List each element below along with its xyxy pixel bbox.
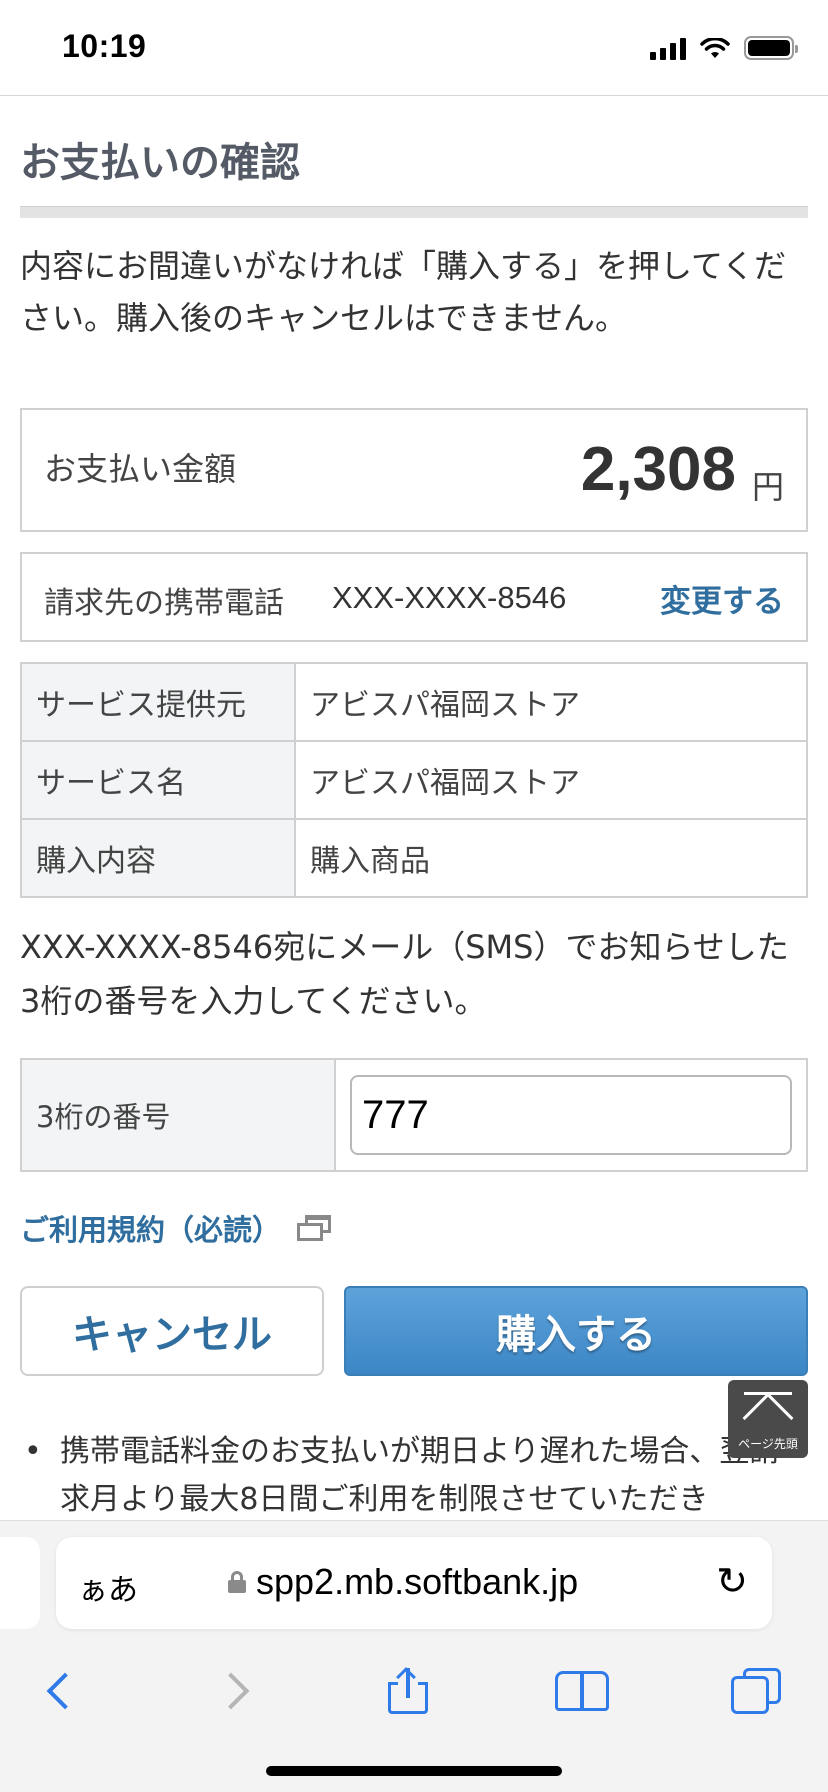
row-value: アビスパ福岡ストア	[294, 662, 808, 742]
status-icons	[650, 36, 798, 60]
status-bar: 10:19	[0, 0, 828, 96]
code-entry-table: 3桁の番号	[20, 1058, 808, 1172]
amount-value: 2,308	[580, 435, 736, 504]
amount-unit: 円	[751, 468, 784, 506]
signal-icon	[650, 38, 686, 60]
address-bar[interactable]: ぁあ spp2.mb.softbank.jp ↻	[56, 1537, 772, 1629]
home-indicator	[266, 1766, 562, 1776]
row-value: アビスパ福岡ストア	[294, 740, 808, 820]
cancel-button[interactable]: キャンセル	[20, 1286, 324, 1376]
change-phone-link[interactable]: 変更する	[660, 576, 784, 621]
table-row: サービス提供元 アビスパ福岡ストア	[20, 662, 808, 742]
tabs-button[interactable]	[716, 1651, 796, 1731]
main-content: お支払いの確認 内容にお間違いがなければ「購入する」を押してください。購入後のキ…	[20, 96, 808, 1538]
row-label: 購入内容	[20, 818, 296, 898]
page-top-button[interactable]: ページ先頭	[728, 1380, 808, 1458]
status-time: 10:19	[62, 28, 147, 64]
page-top-label: ページ先頭	[738, 1437, 798, 1451]
billing-phone-number: XXX-XXXX-8546	[332, 580, 567, 615]
bookmarks-button[interactable]	[542, 1651, 622, 1731]
action-buttons: キャンセル 購入する	[20, 1286, 808, 1376]
sms-instructions: XXX-XXXX-8546宛にメール（SMS）でお知らせした3桁の番号を入力して…	[20, 928, 789, 1020]
code-input[interactable]	[350, 1075, 792, 1155]
code-label: 3桁の番号	[20, 1058, 336, 1172]
table-row: サービス名 アビスパ福岡ストア	[20, 740, 808, 820]
share-button[interactable]	[368, 1651, 448, 1731]
intro-text: 内容にお間違いがなければ「購入する」を押してください。購入後のキャンセルはできま…	[20, 247, 787, 337]
lock-icon	[228, 1571, 246, 1593]
tabs-icon	[731, 1668, 781, 1714]
url-display: spp2.mb.softbank.jp	[228, 1561, 578, 1603]
battery-icon	[744, 36, 798, 60]
forward-button[interactable]	[196, 1651, 276, 1731]
row-label: サービス提供元	[20, 662, 296, 742]
terms-link-label: ご利用規約（必読）	[20, 1213, 282, 1247]
amount-label: お支払い金額	[44, 450, 237, 488]
previous-tab-peek[interactable]	[0, 1537, 40, 1629]
chevron-left-icon	[46, 1672, 84, 1710]
reload-icon[interactable]: ↻	[716, 1559, 748, 1603]
notice-text: 携帯電話料金のお支払いが期日より遅れた場合、翌請求月より最大8日間ご利用を制限さ…	[60, 1434, 780, 1517]
wifi-icon	[700, 38, 730, 58]
title-divider	[20, 206, 808, 218]
table-row: 3桁の番号	[20, 1058, 808, 1172]
back-button[interactable]	[20, 1651, 100, 1731]
share-icon	[388, 1667, 428, 1714]
purchase-button[interactable]: 購入する	[344, 1286, 808, 1376]
browser-toolbar: ぁあ spp2.mb.softbank.jp ↻	[0, 1520, 828, 1792]
payment-amount-box: お支払い金額 2,308 円	[20, 408, 808, 532]
chevron-right-icon	[212, 1672, 250, 1710]
service-details-table: サービス提供元 アビスパ福岡ストア サービス名 アビスパ福岡ストア 購入内容 購…	[20, 662, 808, 898]
row-value: 購入商品	[294, 818, 808, 898]
billing-phone-label: 請求先の携帯電話	[44, 586, 284, 621]
page-title: お支払いの確認	[20, 141, 300, 185]
bullet: •	[24, 1434, 42, 1469]
browser-nav	[0, 1651, 828, 1731]
code-input-cell	[334, 1058, 808, 1172]
terms-link[interactable]: ご利用規約（必読）	[20, 1208, 808, 1248]
row-label: サービス名	[20, 740, 296, 820]
external-window-icon	[297, 1215, 332, 1241]
table-row: 購入内容 購入商品	[20, 818, 808, 898]
reader-options-button[interactable]: ぁあ	[78, 1565, 138, 1609]
billing-phone-box: 請求先の携帯電話 XXX-XXXX-8546 変更する	[20, 552, 808, 642]
url-text: spp2.mb.softbank.jp	[256, 1561, 579, 1602]
book-icon	[555, 1671, 609, 1711]
